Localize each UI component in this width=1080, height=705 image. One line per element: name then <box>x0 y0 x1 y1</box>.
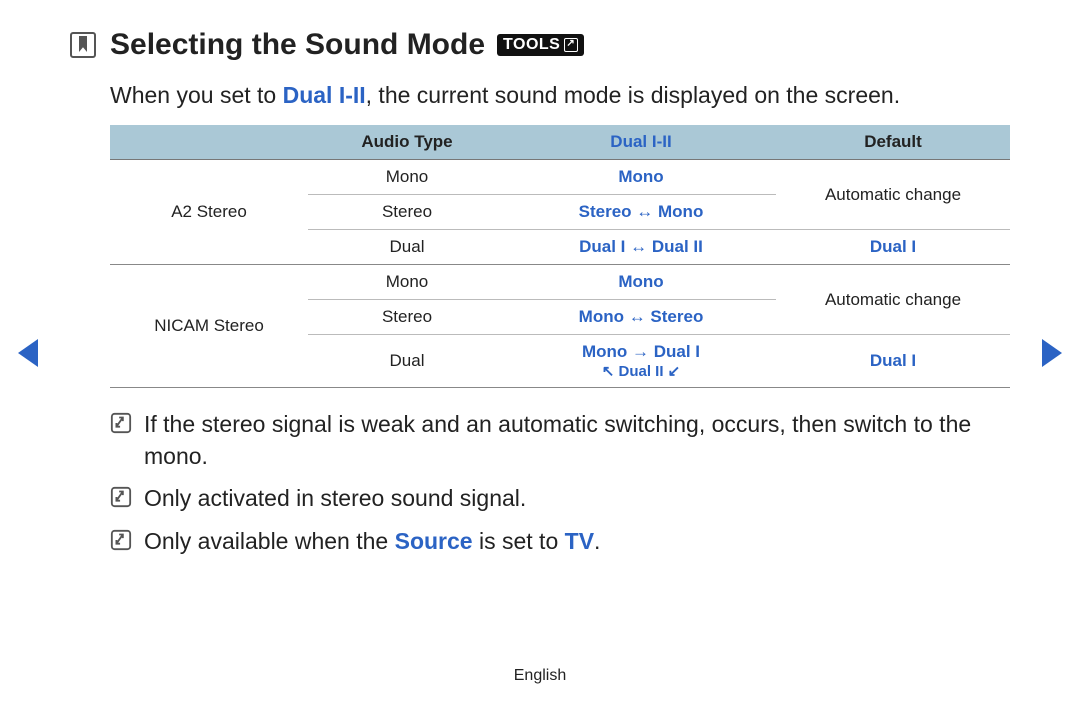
cell-dual: Stereo ↔ Mono <box>506 195 776 230</box>
tools-badge-text: TOOLS <box>503 36 560 54</box>
note-icon <box>110 529 132 551</box>
intro-highlight: Dual I-II <box>283 82 366 108</box>
cell-audio: Stereo <box>308 195 506 230</box>
th-col1 <box>110 125 308 160</box>
group-label-nicam: NICAM Stereo <box>110 265 308 388</box>
note-item: Only activated in stereo sound signal. <box>110 482 1010 514</box>
tools-badge-icon <box>564 38 578 52</box>
cell-dual-line1: Mono → Dual I <box>512 342 770 362</box>
cell-audio: Mono <box>308 265 506 300</box>
intro-prefix: When you set to <box>110 82 283 108</box>
note-item: Only available when the Source is set to… <box>110 525 1010 557</box>
note-icon <box>110 486 132 508</box>
nav-prev-arrow[interactable] <box>18 339 38 367</box>
cell-default-auto: Automatic change <box>776 265 1010 335</box>
cell-audio: Dual <box>308 335 506 388</box>
cell-default-auto: Automatic change <box>776 160 1010 230</box>
cell-dual: Mono <box>506 265 776 300</box>
tools-badge: TOOLS <box>497 34 584 56</box>
th-default: Default <box>776 125 1010 160</box>
title-text: Selecting the Sound Mode <box>110 28 485 62</box>
nav-next-arrow[interactable] <box>1042 339 1062 367</box>
th-audio-type: Audio Type <box>308 125 506 160</box>
note-text: Only available when the Source is set to… <box>144 525 600 557</box>
n3-mid: is set to <box>473 528 565 554</box>
cell-dual: Mono <box>506 160 776 195</box>
cell-audio: Stereo <box>308 300 506 335</box>
table-row: NICAM Stereo Mono Mono Automatic change <box>110 265 1010 300</box>
notes-section: If the stereo signal is weak and an auto… <box>110 408 1010 557</box>
group-label-a2: A2 Stereo <box>110 160 308 265</box>
n3-tv: TV <box>565 528 594 554</box>
cell-audio: Mono <box>308 160 506 195</box>
bookmark-icon <box>70 32 96 58</box>
th-dual: Dual I-II <box>506 125 776 160</box>
intro-text: When you set to Dual I-II, the current s… <box>110 80 1010 111</box>
sound-mode-table: Audio Type Dual I-II Default A2 Stereo M… <box>110 125 1010 388</box>
cell-dual-multiline: Mono → Dual I ↖ Dual II ↙ <box>506 335 776 388</box>
note-item: If the stereo signal is weak and an auto… <box>110 408 1010 472</box>
note-icon <box>110 412 132 434</box>
n3-suffix: . <box>594 528 600 554</box>
n3-prefix: Only available when the <box>144 528 395 554</box>
page-title: Selecting the Sound Mode TOOLS <box>110 28 584 62</box>
cell-audio: Dual <box>308 230 506 265</box>
n3-source: Source <box>395 528 473 554</box>
footer-language: English <box>0 667 1080 685</box>
table-row: A2 Stereo Mono Mono Automatic change <box>110 160 1010 195</box>
cell-default: Dual I <box>776 335 1010 388</box>
cell-dual: Dual I ↔ Dual II <box>506 230 776 265</box>
cell-default: Dual I <box>776 230 1010 265</box>
title-row: Selecting the Sound Mode TOOLS <box>70 28 1010 62</box>
cell-dual-line2: ↖ Dual II ↙ <box>512 362 770 380</box>
intro-suffix: , the current sound mode is displayed on… <box>366 82 900 108</box>
cell-dual: Mono ↔ Stereo <box>506 300 776 335</box>
note-text: Only activated in stereo sound signal. <box>144 482 526 514</box>
note-text: If the stereo signal is weak and an auto… <box>144 408 1010 472</box>
